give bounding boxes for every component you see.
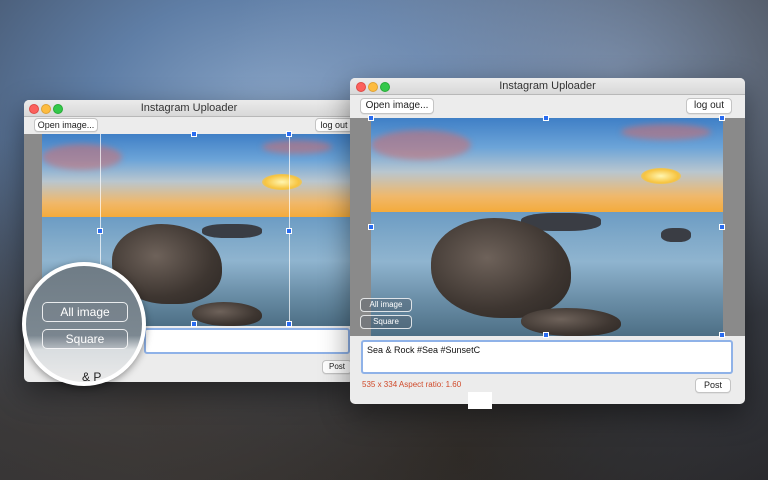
crop-handle[interactable] bbox=[286, 228, 292, 234]
crop-handle[interactable] bbox=[719, 224, 725, 230]
post-button[interactable]: Post bbox=[695, 378, 731, 393]
crop-handle[interactable] bbox=[286, 321, 292, 327]
post-button[interactable]: Post bbox=[322, 360, 352, 374]
all-image-option[interactable]: All image bbox=[360, 298, 412, 312]
drag-handle[interactable] bbox=[468, 392, 492, 409]
all-image-option[interactable]: All image bbox=[42, 302, 128, 322]
crop-handle[interactable] bbox=[719, 332, 725, 338]
crop-handle[interactable] bbox=[191, 131, 197, 137]
magnifier-lens: All image Square & P bbox=[22, 262, 146, 386]
crop-handle[interactable] bbox=[368, 115, 374, 121]
crop-handle[interactable] bbox=[543, 332, 549, 338]
open-image-button[interactable]: Open image... bbox=[34, 118, 98, 132]
image-area: All image Square bbox=[350, 115, 745, 338]
front-titlebar: Instagram Uploader bbox=[350, 78, 745, 95]
window-title: Instagram Uploader bbox=[140, 102, 238, 114]
crop-handle[interactable] bbox=[286, 131, 292, 137]
logout-button[interactable]: log out bbox=[315, 118, 353, 132]
caption-field[interactable] bbox=[144, 328, 350, 354]
crop-handle[interactable] bbox=[97, 228, 103, 234]
crop-handle[interactable] bbox=[191, 321, 197, 327]
caption-field[interactable]: Sea & Rock #Sea #SunsetC bbox=[361, 340, 733, 374]
square-option[interactable]: Square bbox=[360, 315, 412, 329]
caption-fragment: & P bbox=[82, 370, 102, 384]
photo-preview bbox=[371, 118, 723, 336]
crop-handle[interactable] bbox=[543, 115, 549, 121]
square-option[interactable]: Square bbox=[42, 329, 128, 349]
back-titlebar: Instagram Uploader bbox=[24, 100, 354, 117]
window-title: Instagram Uploader bbox=[499, 80, 596, 92]
size-ratio-label: 535 x 334 Aspect ratio: 1.60 bbox=[362, 380, 462, 389]
crop-handle[interactable] bbox=[368, 224, 374, 230]
front-window: Instagram Uploader Open image... log out… bbox=[350, 78, 745, 404]
crop-handle[interactable] bbox=[719, 115, 725, 121]
open-image-button[interactable]: Open image... bbox=[360, 98, 434, 114]
logout-button[interactable]: log out bbox=[686, 98, 732, 114]
